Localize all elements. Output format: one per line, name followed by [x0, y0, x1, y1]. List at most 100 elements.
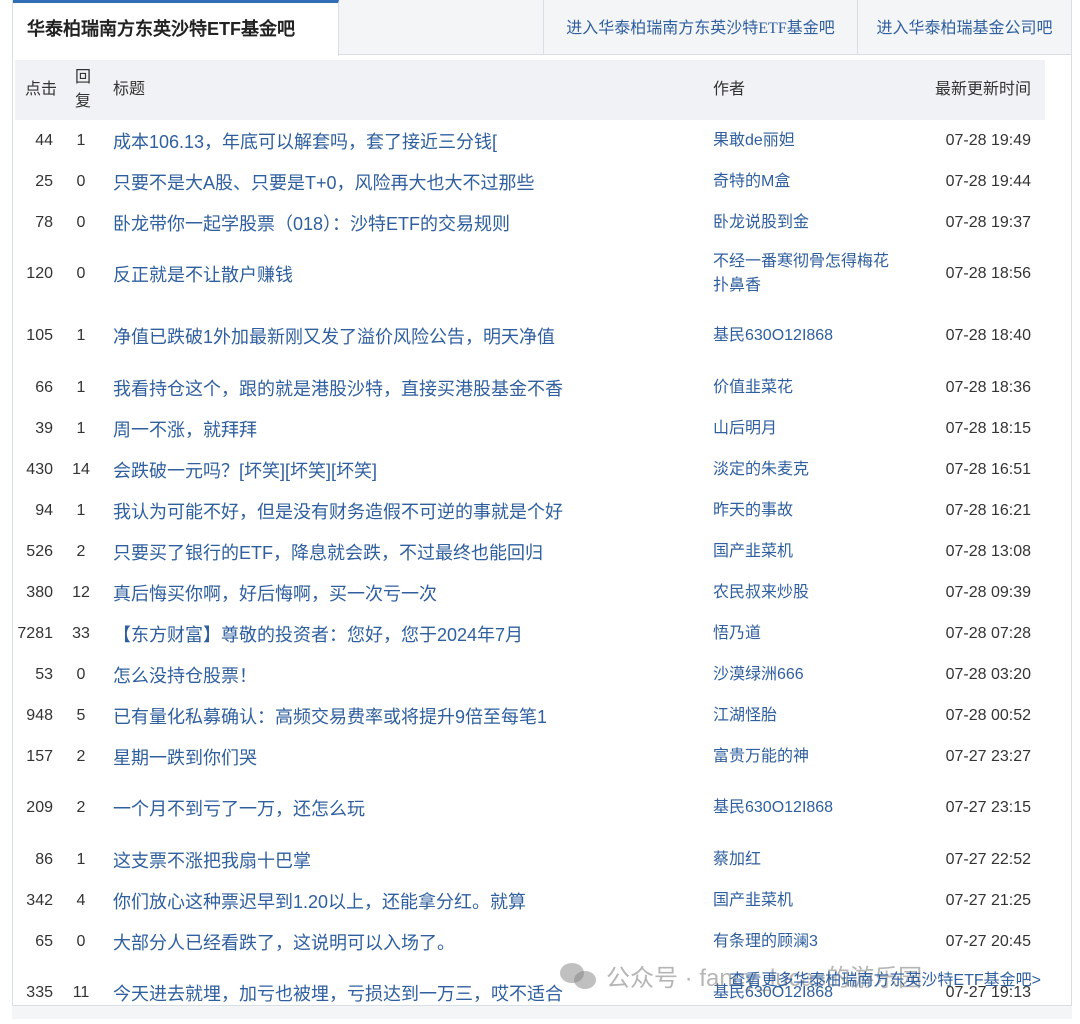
row-author-link[interactable]: 有条理的顾澜3	[713, 921, 893, 962]
row-time: 07-28 18:15	[945, 419, 1031, 437]
header-replies-top: 回	[74, 69, 91, 86]
row-title-link[interactable]: 反正就是不让散户赚钱	[113, 243, 703, 305]
row-replies: 1	[76, 131, 86, 149]
row-time: 07-28 09:39	[945, 583, 1031, 601]
row-author-link[interactable]: 农民叔来炒股	[713, 572, 893, 613]
row-replies: 33	[72, 624, 90, 642]
row-author-link[interactable]: 蔡加红	[713, 839, 893, 880]
row-author-link[interactable]: 果敢de丽妲	[713, 120, 893, 161]
row-clicks: 526	[26, 542, 53, 560]
row-title-link[interactable]: 大部分人已经看跌了，这说明可以入场了。	[113, 921, 703, 962]
row-title-link[interactable]: 周一不涨，就拜拜	[113, 408, 703, 449]
row-title-link[interactable]: 你们放心这种票迟早到1.20以上，还能拿分红。就算	[113, 880, 703, 921]
table-header: 点击 回 复 标题 作者 最新更新时间	[15, 60, 1045, 120]
row-author-link[interactable]: 山后明月	[713, 408, 893, 449]
view-more-link[interactable]: 查看更多华泰柏瑞南方东英沙特ETF基金吧>	[729, 966, 1041, 990]
row-replies: 0	[76, 265, 86, 282]
row-replies: 1	[76, 850, 86, 868]
table-row: 105 1 净值已跌破1外加最新刚又发了溢价风险公告，明天净值 基民630O12I86…	[15, 305, 1045, 367]
row-author-link[interactable]: 卧龙说股到金	[713, 202, 893, 243]
table-row: 948 5 已有量化私募确认：高频交易费率或将提升9倍至每笔1 江湖怪胎 07-28 0…	[15, 695, 1045, 736]
row-title-link[interactable]: 一个月不到亏了一万，还怎么玩	[113, 777, 703, 839]
row-clicks: 342	[26, 891, 53, 909]
row-time: 07-27 23:27	[945, 747, 1031, 765]
row-title-link[interactable]: 【东方财富】尊敬的投资者：您好，您于2024年7月	[113, 613, 703, 654]
row-title-link[interactable]: 真后悔买你啊，好后悔啊，买一次亏一次	[113, 572, 703, 613]
row-title-link[interactable]: 我认为可能不好，但是没有财务造假不可逆的事就是个好	[113, 490, 703, 531]
row-title-link[interactable]: 已有量化私募确认：高频交易费率或将提升9倍至每笔1	[113, 695, 703, 736]
header-replies: 回 复	[70, 66, 96, 116]
row-title-link[interactable]: 怎么没持仓股票！	[113, 654, 703, 695]
row-title-link[interactable]: 只要不是大A股、只要是T+0，风险再大也大不过那些	[113, 161, 703, 202]
row-time: 07-27 22:52	[945, 850, 1031, 868]
row-author-link[interactable]: 淡定的朱麦克	[713, 449, 893, 490]
row-title-link[interactable]: 净值已跌破1外加最新刚又发了溢价风险公告，明天净值	[113, 305, 703, 367]
tab-active-forum[interactable]: 华泰柏瑞南方东英沙特ETF基金吧	[13, 0, 339, 56]
row-clicks: 120	[26, 265, 53, 282]
row-author-link[interactable]: 沙漠绿洲666	[713, 654, 893, 695]
row-replies: 0	[76, 665, 86, 683]
row-clicks: 94	[35, 501, 53, 519]
bottom-strip	[12, 1006, 1072, 1019]
row-author-link[interactable]: 国产韭菜机	[713, 880, 893, 921]
header-title: 标题	[113, 81, 146, 98]
row-time: 07-28 00:52	[945, 706, 1031, 724]
row-replies: 1	[76, 419, 86, 437]
row-replies: 1	[76, 327, 86, 344]
row-title-link[interactable]: 成本106.13，年底可以解套吗，套了接近三分钱[	[113, 120, 703, 161]
header-time: 最新更新时间	[934, 81, 1031, 98]
table-row: 25 0 只要不是大A股、只要是T+0，风险再大也大不过那些 奇特的M盒 07-28 1…	[15, 161, 1045, 202]
row-clicks: 39	[35, 419, 53, 437]
row-replies: 0	[76, 932, 86, 950]
header-author: 作者	[713, 81, 746, 98]
tab-enter-company-forum[interactable]: 进入华泰柏瑞基金公司吧	[857, 0, 1071, 55]
row-replies: 0	[76, 172, 86, 190]
table-row: 380 12 真后悔买你啊，好后悔啊，买一次亏一次 农民叔来炒股 07-28 09:39	[15, 572, 1045, 613]
row-clicks: 53	[35, 665, 53, 683]
row-time: 07-28 18:40	[945, 327, 1031, 344]
table-row: 7281 33 【东方财富】尊敬的投资者：您好，您于2024年7月 悟乃道 07-28 …	[15, 613, 1045, 654]
table-row: 53 0 怎么没持仓股票！ 沙漠绿洲666 07-28 03:20	[15, 654, 1045, 695]
row-title-link[interactable]: 星期一跌到你们哭	[113, 736, 703, 777]
row-clicks: 948	[26, 706, 53, 724]
table-row: 120 0 反正就是不让散户赚钱 不经一番寒彻骨怎得梅花扑鼻香 07-28 18:56	[15, 243, 1045, 305]
tab-enter-etf-forum[interactable]: 进入华泰柏瑞南方东英沙特ETF基金吧	[543, 0, 857, 55]
row-time: 07-28 18:56	[945, 265, 1031, 282]
row-time: 07-27 23:15	[945, 799, 1031, 816]
row-title-link[interactable]: 这支票不涨把我扇十巴掌	[113, 839, 703, 880]
table-body: 44 1 成本106.13，年底可以解套吗，套了接近三分钱[果敢de丽妲 07-28 …	[15, 120, 1045, 1024]
row-author-link[interactable]: 不经一番寒彻骨怎得梅花扑鼻香	[713, 243, 893, 305]
row-time: 07-27 21:25	[945, 891, 1031, 909]
row-clicks: 66	[35, 378, 53, 396]
table-footer: 查看更多华泰柏瑞南方东英沙特ETF基金吧>	[15, 960, 1045, 996]
row-author-link[interactable]: 昨天的事故	[713, 490, 893, 531]
row-time: 07-28 03:20	[945, 665, 1031, 683]
row-replies: 2	[76, 747, 86, 765]
row-clicks: 78	[35, 213, 53, 231]
table-row: 526 2 只要买了银行的ETF，降息就会跌，不过最终也能回归 国产韭菜机 07-28 …	[15, 531, 1045, 572]
row-author-link[interactable]: 价值韭菜花	[713, 367, 893, 408]
row-author-link[interactable]: 奇特的M盒	[713, 161, 893, 202]
row-replies: 14	[72, 460, 90, 478]
row-replies: 2	[76, 799, 86, 816]
row-replies: 4	[76, 891, 86, 909]
row-author-link[interactable]: 基民630O12I868	[713, 777, 893, 839]
row-clicks: 65	[35, 932, 53, 950]
row-author-link[interactable]: 悟乃道	[713, 613, 893, 654]
header-replies-bottom: 复	[74, 93, 91, 110]
row-author-link[interactable]: 富贵万能的神	[713, 736, 893, 777]
row-author-link[interactable]: 国产韭菜机	[713, 531, 893, 572]
post-table: 点击 回 复 标题 作者 最新更新时间 44 1 成本106.13，年底可以解套吗，…	[15, 60, 1045, 1024]
row-title-link[interactable]: 我看持仓这个，跟的就是港股沙特，直接买港股基金不香	[113, 367, 703, 408]
row-title-link[interactable]: 卧龙带你一起学股票（018）：沙特ETF的交易规则	[113, 202, 703, 243]
row-time: 07-28 13:08	[945, 542, 1031, 560]
row-title-link[interactable]: 只要买了银行的ETF，降息就会跌，不过最终也能回归	[113, 531, 703, 572]
table-row: 157 2 星期一跌到你们哭 富贵万能的神 07-27 23:27	[15, 736, 1045, 777]
row-author-link[interactable]: 基民630O12I868	[713, 305, 893, 367]
row-replies: 2	[76, 542, 86, 560]
row-title-link[interactable]: 会跌破一元吗？[坏笑][坏笑][坏笑]	[113, 449, 703, 490]
row-replies: 12	[72, 583, 90, 601]
row-author-link[interactable]: 江湖怪胎	[713, 695, 893, 736]
row-time: 07-27 20:45	[945, 932, 1031, 950]
row-clicks: 105	[26, 327, 53, 344]
